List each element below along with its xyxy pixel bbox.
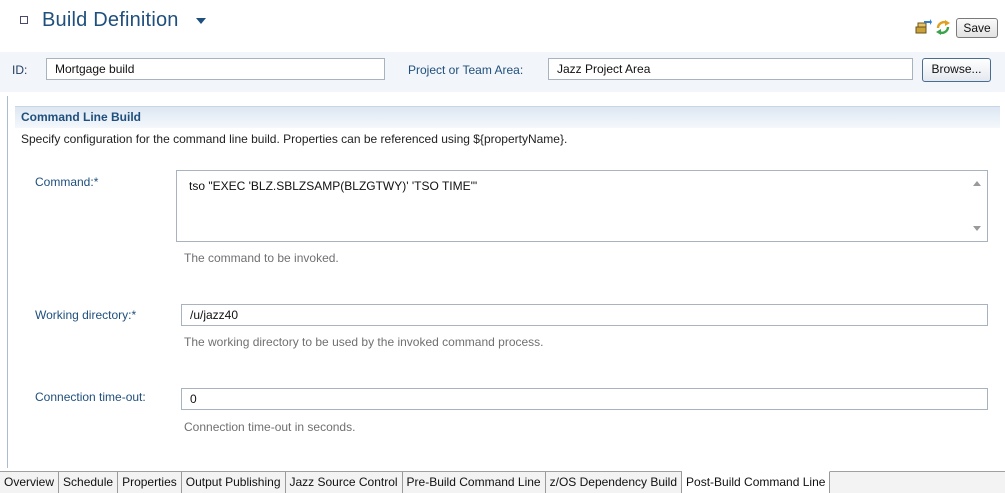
build-request-icon[interactable] — [914, 18, 932, 36]
left-divider — [7, 96, 8, 468]
tab-overview[interactable]: Overview — [0, 472, 60, 493]
connection-timeout-input[interactable]: 0 — [181, 388, 988, 410]
tab-jazz-source-control[interactable]: Jazz Source Control — [285, 472, 403, 493]
section-header — [15, 106, 1000, 128]
tab-pre-build-command-line[interactable]: Pre-Build Command Line — [402, 472, 546, 493]
id-row: ID: Mortgage build Project or Team Area:… — [0, 52, 1005, 92]
browse-button[interactable]: Browse... — [922, 58, 991, 82]
id-label: ID: — [12, 63, 28, 77]
scroll-up-icon[interactable] — [973, 181, 981, 186]
command-label: Command:* — [35, 175, 99, 189]
id-input[interactable]: Mortgage build — [46, 58, 385, 80]
command-value: tso "EXEC 'BLZ.SBLZSAMP(BLZGTWY)' 'TSO T… — [189, 179, 478, 193]
tab-zos-dependency-build[interactable]: z/OS Dependency Build — [545, 472, 683, 493]
title-dropdown-icon[interactable] — [196, 18, 206, 24]
editor-bullet-icon — [20, 16, 28, 24]
tab-post-build-command-line[interactable]: Post-Build Command Line — [682, 471, 831, 493]
save-button[interactable]: Save — [956, 18, 998, 38]
tab-schedule[interactable]: Schedule — [59, 472, 119, 493]
working-directory-input[interactable]: /u/jazz40 — [181, 304, 988, 326]
page-title: Build Definition — [42, 9, 179, 31]
command-hint: The command to be invoked. — [184, 251, 339, 265]
refresh-icon[interactable] — [934, 18, 952, 36]
scroll-down-icon[interactable] — [973, 226, 981, 231]
command-textarea[interactable]: tso "EXEC 'BLZ.SBLZSAMP(BLZGTWY)' 'TSO T… — [176, 170, 988, 242]
tab-filler — [830, 472, 1005, 493]
working-directory-label: Working directory:* — [35, 308, 137, 322]
connection-timeout-label: Connection time-out: — [35, 390, 146, 404]
working-directory-hint: The working directory to be used by the … — [184, 335, 544, 349]
section-description: Specify configuration for the command li… — [21, 132, 568, 146]
project-input[interactable]: Jazz Project Area — [548, 58, 913, 80]
editor-tabs: Overview Schedule Properties Output Publ… — [0, 471, 1005, 493]
project-label: Project or Team Area: — [408, 63, 524, 77]
tab-properties[interactable]: Properties — [118, 472, 182, 493]
tab-output-publishing[interactable]: Output Publishing — [181, 472, 286, 493]
connection-timeout-hint: Connection time-out in seconds. — [184, 420, 356, 434]
section-title: Command Line Build — [21, 110, 141, 124]
editor-header: Build Definition Save — [0, 0, 1005, 50]
